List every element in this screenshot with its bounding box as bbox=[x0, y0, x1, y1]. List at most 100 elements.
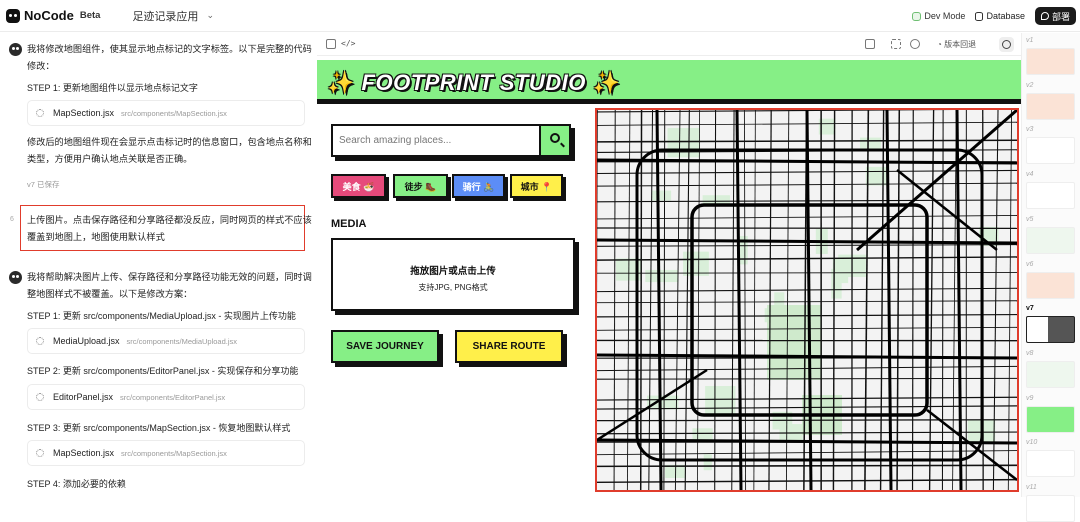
map-park bbox=[831, 269, 841, 299]
map-park bbox=[866, 167, 889, 186]
chat-panel[interactable]: 我将修改地图组件，使其显示地点标记的文字标签。以下是完整的代码 修改： STEP… bbox=[0, 33, 316, 497]
file-card-mediaupload[interactable]: MediaUpload.jsx src/components/MediaUplo… bbox=[27, 328, 305, 354]
version-thumbnail-v4[interactable] bbox=[1026, 182, 1075, 209]
app-title: ✨ FOOTPRINT STUDIO ✨ bbox=[327, 70, 620, 96]
sparkle-icon: ✨ bbox=[592, 70, 620, 95]
version-thumbnail-v8[interactable] bbox=[1026, 361, 1075, 388]
media-section-title: MEDIA bbox=[331, 218, 366, 230]
version-label: v8 bbox=[1026, 350, 1033, 357]
version-thumbnail-v1[interactable] bbox=[1026, 48, 1075, 75]
share-route-button[interactable]: SHARE ROUTE bbox=[455, 330, 563, 363]
expand-icon[interactable] bbox=[891, 39, 901, 49]
tag-city[interactable]: 城市 📍 bbox=[510, 174, 563, 198]
file-card-mapsection-2[interactable]: MapSection.jsx src/components/MapSection… bbox=[27, 440, 305, 466]
version-label: v7 bbox=[1026, 305, 1034, 312]
media-dropzone[interactable]: 拖放图片或点击上传 支持JPG, PNG格式 bbox=[331, 238, 575, 311]
user-message: 上传图片。点击保存路径和分享路径都没反应，同时网页的样式不应该 覆盖到地图上，地… bbox=[27, 212, 312, 246]
version-label: v1 bbox=[1026, 37, 1033, 44]
project-selector[interactable]: 足迹记录应用 ⌄ bbox=[132, 8, 214, 24]
version-thumbnail-v11[interactable] bbox=[1026, 495, 1075, 522]
nocode-logo-icon bbox=[6, 9, 20, 23]
tag-hiking[interactable]: 徒步 🥾 bbox=[393, 174, 448, 198]
file-card-mapsection[interactable]: MapSection.jsx src/components/MapSection… bbox=[27, 100, 305, 126]
assistant-avatar bbox=[9, 43, 22, 56]
version-label: v2 bbox=[1026, 82, 1033, 89]
save-journey-button[interactable]: SAVE JOURNEY bbox=[331, 330, 439, 363]
refresh-icon[interactable] bbox=[910, 39, 920, 49]
version-rollback-button[interactable]: ◔ 版本回退 bbox=[937, 39, 976, 50]
tag-cycling[interactable]: 骑行 🚴 bbox=[452, 174, 505, 198]
beta-badge: Beta bbox=[80, 10, 101, 21]
message-line: 修改： bbox=[27, 58, 312, 75]
step-label: STEP 2: 更新 src/components/EditorPanel.js… bbox=[27, 364, 298, 377]
assistant-message-2: 我将帮助解决图片上传、保存路径和分享路径功能无效的问题，同时调 整地图样式不被覆… bbox=[27, 269, 312, 303]
file-name: MapSection.jsx bbox=[53, 448, 114, 458]
dev-mode-toggle[interactable]: Dev Mode bbox=[912, 11, 965, 21]
file-gear-icon bbox=[36, 449, 44, 457]
file-path: src/components/MediaUpload.jsx bbox=[127, 337, 237, 346]
file-gear-icon bbox=[36, 109, 44, 117]
version-label: v5 bbox=[1026, 216, 1033, 223]
history-icon: ◔ bbox=[937, 40, 942, 49]
file-gear-icon bbox=[36, 393, 44, 401]
hero-banner: ✨ FOOTPRINT STUDIO ✨ bbox=[317, 60, 1021, 104]
logo[interactable]: NoCode Beta bbox=[0, 8, 100, 23]
map-park bbox=[705, 386, 735, 415]
tag-food[interactable]: 美食 🍜 bbox=[331, 174, 386, 198]
street-map[interactable] bbox=[597, 110, 1017, 490]
deploy-label: 部署 bbox=[1052, 10, 1070, 23]
version-thumbnail-v9[interactable] bbox=[1026, 406, 1075, 433]
step-label: STEP 3: 更新 src/components/MapSection.jsx… bbox=[27, 421, 290, 434]
version-thumbnail-v2[interactable] bbox=[1026, 93, 1075, 120]
saved-version-note[interactable]: v7 已保存 bbox=[27, 179, 60, 190]
assistant-message-1: 我将修改地图组件，使其显示地点标记的文字标签。以下是完整的代码 修改： bbox=[27, 41, 312, 75]
file-path: src/components/MapSection.jsx bbox=[121, 109, 227, 118]
assistant-avatar bbox=[9, 271, 22, 284]
preview-icon[interactable] bbox=[326, 39, 336, 49]
message-line: 上传图片。点击保存路径和分享路径都没反应，同时网页的样式不应该 bbox=[27, 212, 312, 229]
file-card-editorpanel[interactable]: EditorPanel.jsx src/components/EditorPan… bbox=[27, 384, 305, 410]
map-park bbox=[651, 191, 671, 201]
top-bar: NoCode Beta 足迹记录应用 ⌄ Dev Mode Database 部… bbox=[0, 0, 1080, 32]
version-thumbnail-v5[interactable] bbox=[1026, 227, 1075, 254]
file-name: MapSection.jsx bbox=[53, 108, 114, 118]
copy-icon[interactable] bbox=[865, 39, 875, 49]
version-label: v10 bbox=[1026, 439, 1037, 446]
database-icon bbox=[975, 12, 983, 21]
file-path: src/components/EditorPanel.jsx bbox=[120, 393, 225, 402]
version-thumbnail-v3[interactable] bbox=[1026, 137, 1075, 164]
message-line: 修改后的地图组件现在会显示点击标记时的信息窗口，包含地点名称和 bbox=[27, 134, 312, 151]
version-thumbnail-v10[interactable] bbox=[1026, 450, 1075, 477]
dev-mode-label: Dev Mode bbox=[924, 11, 965, 21]
message-line: 我将帮助解决图片上传、保存路径和分享路径功能无效的问题，同时调 bbox=[27, 269, 312, 286]
database-button[interactable]: Database bbox=[975, 11, 1025, 21]
version-rollback-label: 版本回退 bbox=[944, 40, 976, 49]
sparkle-icon: ✨ bbox=[327, 70, 355, 95]
version-label: v6 bbox=[1026, 261, 1033, 268]
map-view[interactable] bbox=[595, 108, 1019, 492]
search-input[interactable] bbox=[333, 126, 541, 155]
map-park bbox=[683, 252, 709, 276]
step-label: STEP 4: 添加必要的依赖 bbox=[27, 477, 126, 490]
version-label: v9 bbox=[1026, 395, 1033, 402]
file-gear-icon bbox=[36, 337, 44, 345]
map-street bbox=[942, 110, 943, 490]
upload-instruction: 拖放图片或点击上传 bbox=[333, 263, 573, 277]
code-icon[interactable]: </> bbox=[341, 39, 351, 49]
logo-text: NoCode bbox=[24, 8, 74, 23]
assistant-message-1-summary: 修改后的地图组件现在会显示点击标记时的信息窗口，包含地点名称和 类型，方便用户确… bbox=[27, 134, 312, 168]
deploy-button[interactable]: 部署 bbox=[1035, 7, 1076, 25]
version-thumbnail-v6[interactable] bbox=[1026, 272, 1075, 299]
search-icon bbox=[550, 133, 560, 143]
version-label: v11 bbox=[1026, 484, 1037, 491]
version-label: v3 bbox=[1026, 126, 1033, 133]
chevron-down-icon: ⌄ bbox=[206, 10, 214, 21]
clock-icon[interactable] bbox=[999, 37, 1014, 52]
message-line: 整地图样式不被覆盖。以下是修改方案： bbox=[27, 286, 312, 303]
version-thumbnail-v7[interactable] bbox=[1026, 316, 1075, 343]
map-park bbox=[645, 270, 678, 282]
preview-toolbar: </> ◔ 版本回退 bbox=[317, 33, 1021, 56]
search-button[interactable] bbox=[539, 126, 569, 155]
file-name: EditorPanel.jsx bbox=[53, 392, 113, 402]
database-label: Database bbox=[986, 11, 1025, 21]
